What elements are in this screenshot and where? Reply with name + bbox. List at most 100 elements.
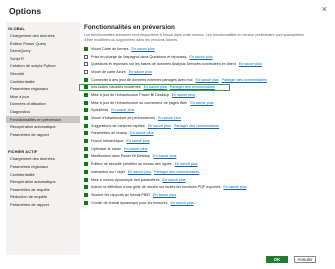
sidebar-item[interactable]: Chargement des données [6, 32, 80, 40]
feature-label: Connecter à des jeux de données externes… [91, 77, 193, 82]
feature-link[interactable]: En savoir plus [148, 124, 171, 128]
sidebar-item[interactable]: Éditeur Power Query [6, 40, 80, 48]
sidebar-item[interactable]: Récupération automatique [6, 123, 80, 131]
feature-option-row: Choisir de format dynamique pour les mes… [84, 199, 324, 207]
feature-label: Mise à jour de l'infrastructure Power BI… [91, 92, 169, 97]
sidebar-item[interactable]: Paramètres régionaux [6, 163, 80, 171]
feature-checkbox[interactable] [84, 192, 88, 197]
cancel-button[interactable]: Annuler [294, 256, 316, 263]
feature-link[interactable]: En savoir plus [190, 101, 213, 105]
feature-link[interactable]: Partager des commentaires [222, 78, 267, 82]
feature-link[interactable]: En savoir plus [144, 85, 167, 89]
feature-option-row: Mise à jour de l'infrastructure du conne… [84, 99, 324, 107]
sidebar-item[interactable]: Fonctionnalités en préversion [6, 115, 80, 124]
sidebar-item[interactable]: Paramètres régionaux [6, 85, 80, 93]
feature-option-row: Visuel Carte de formes En savoir plus [84, 45, 324, 53]
sidebar-item[interactable]: Confidentialité [6, 78, 80, 86]
sidebar-item[interactable]: Paramètres de requête [6, 186, 80, 194]
feature-checkbox[interactable] [84, 69, 88, 74]
feature-checkbox[interactable] [84, 108, 88, 113]
feature-checkbox[interactable] [84, 100, 88, 105]
feature-label: Prise en charge de l'espagnol dans Quest… [91, 54, 187, 59]
sidebar-item[interactable]: Données d'utilisation [6, 100, 80, 108]
feature-link[interactable]: En savoir plus [158, 116, 181, 120]
feature-option-row: Prise en charge de l'espagnol dans Quest… [84, 53, 324, 61]
feature-checkbox[interactable] [84, 154, 88, 159]
sidebar-item[interactable]: Création de scripts Python [6, 62, 80, 70]
main-panel: Fonctionnalités en préversion Les foncti… [79, 24, 324, 256]
feature-checkbox[interactable] [84, 46, 88, 51]
feature-option-row: Questions et réponses sur les bases de d… [84, 60, 324, 68]
feature-link[interactable]: En savoir plus [189, 55, 212, 59]
feature-link[interactable]: En savoir plus [124, 147, 147, 151]
sidebar-item[interactable]: Chargement des données [6, 155, 80, 163]
feature-label: Choisir de format dynamique pour les mes… [91, 200, 168, 205]
feature-checkbox[interactable] [84, 85, 88, 90]
feature-label: Visuel de carte Azure [91, 69, 126, 74]
sidebar: GLOBAL Chargement des données Éditeur Pow… [6, 22, 80, 255]
feature-label: Éditeur de sécurité prédéfini au niveau … [91, 162, 172, 167]
feature-option-row: Modification dans Power BI Desktop En sav… [84, 153, 324, 161]
feature-checkbox[interactable] [84, 123, 88, 128]
feature-checkbox[interactable] [84, 185, 88, 190]
feature-checkbox[interactable] [84, 77, 88, 82]
feature-link[interactable]: En savoir plus [170, 201, 193, 205]
feature-checkbox[interactable] [84, 62, 88, 67]
sidebar-item[interactable]: Paramètres de rapport [6, 131, 80, 139]
sidebar-item[interactable]: Sécurité [6, 70, 80, 78]
feature-checkbox[interactable] [84, 162, 88, 167]
sidebar-item[interactable]: Mise à jour [6, 93, 80, 101]
feature-link[interactable]: En savoir plus [175, 162, 198, 166]
sidebar-item[interactable]: Diagnostics [6, 108, 80, 116]
feature-option-row: Connecter à des jeux de données externes… [84, 76, 324, 84]
feature-link[interactable]: En savoir plus [111, 108, 134, 112]
feature-checkbox[interactable] [84, 169, 88, 174]
ok-button[interactable]: OK [266, 256, 288, 263]
feature-link[interactable]: Partager des commentaires [154, 170, 199, 174]
feature-checkbox[interactable] [84, 139, 88, 144]
feature-link[interactable]: En savoir plus [172, 93, 195, 97]
close-icon[interactable]: × [322, 4, 327, 14]
sidebar-item[interactable]: Réduction de requête [6, 193, 80, 201]
sidebar-item[interactable]: Paramètres de rapport [6, 201, 80, 209]
feature-label: Interaction sur l'objet [91, 169, 125, 174]
feature-link[interactable]: En savoir plus [153, 193, 176, 197]
feature-option-row: Interaction sur l'objet En savoir plus Par… [84, 168, 324, 176]
feature-link[interactable]: En savoir plus [223, 185, 246, 189]
feature-checkbox[interactable] [84, 54, 88, 59]
feature-link[interactable]: En savoir plus [131, 47, 154, 51]
feature-label: Activer la définition d'une grille de vi… [91, 185, 221, 190]
feature-checkbox[interactable] [84, 131, 88, 136]
sidebar-item[interactable]: Récupération automatique [6, 178, 80, 186]
feature-checkbox[interactable] [84, 177, 88, 182]
feature-link[interactable]: En savoir plus [153, 154, 176, 158]
feature-label: Questions et réponses sur les bases de d… [91, 62, 236, 67]
sidebar-item[interactable]: Confidentialité [6, 171, 80, 179]
feature-option-row: Activer la définition d'une grille de vi… [84, 183, 324, 191]
feature-link[interactable]: En savoir plus [162, 178, 185, 182]
sidebar-global-list: Chargement des données Éditeur Power Quer… [6, 32, 80, 138]
feature-option-row: Suggestions de mesures rapides En savoir … [84, 122, 324, 130]
window-title: Options [9, 6, 42, 16]
feature-link[interactable]: En savoir plus [129, 70, 152, 74]
feature-link[interactable]: En savoir plus [128, 170, 151, 174]
feature-checkbox[interactable] [84, 200, 88, 205]
feature-label: Fusion hiérarchique [91, 139, 124, 144]
feature-link[interactable]: En savoir plus [239, 62, 262, 66]
feature-checkbox[interactable] [84, 92, 88, 97]
sidebar-file-header: FICHIER ACTIF [8, 149, 38, 155]
feature-option-row: Mise à jour de l'infrastructure Power BI… [84, 91, 324, 99]
page-title: Fonctionnalités en préversion [84, 24, 175, 31]
feature-link[interactable]: En savoir plus [130, 131, 153, 135]
feature-link[interactable]: Partager des commentaires [174, 124, 219, 128]
feature-link[interactable]: Partager des commentaires [170, 85, 215, 89]
sidebar-item[interactable]: DirectQuery [6, 47, 80, 55]
feature-option-row: Fusion hiérarchique En savoir plus [84, 137, 324, 145]
feature-option-row: Optimiser le ruban En savoir plus [84, 145, 324, 153]
feature-checkbox[interactable] [84, 116, 88, 121]
feature-link[interactable]: En savoir plus [195, 78, 218, 82]
sidebar-item[interactable]: Script R [6, 55, 80, 63]
feature-checkbox[interactable] [84, 146, 88, 151]
feature-option-row: Sparklines En savoir plus [84, 107, 324, 115]
feature-link[interactable]: En savoir plus [126, 139, 149, 143]
